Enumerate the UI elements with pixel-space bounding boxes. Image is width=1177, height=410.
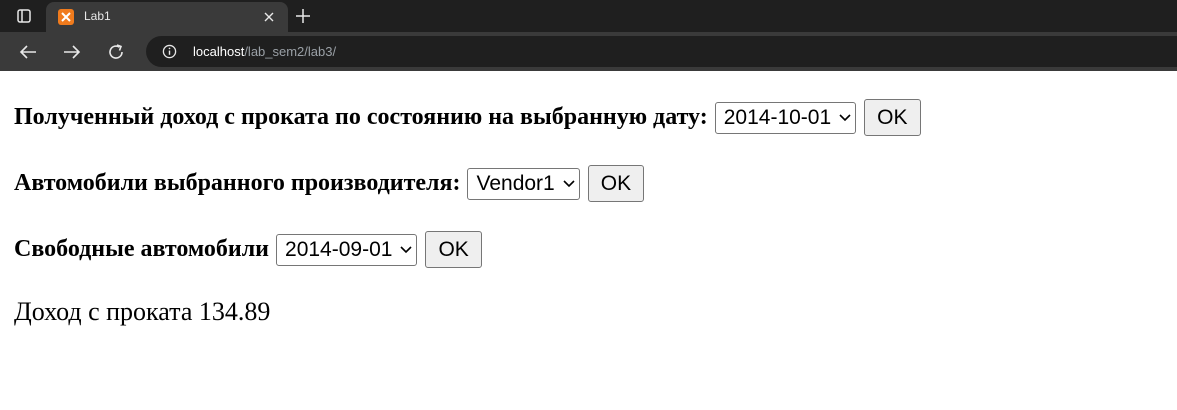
url-path: /lab_sem2/lab3/ (244, 44, 337, 59)
income-by-date-label: Полученный доход с проката по состоянию … (14, 104, 708, 130)
address-bar[interactable]: localhost/lab_sem2/lab3/ (146, 36, 1177, 67)
chevron-down-icon (839, 113, 851, 121)
income-by-date-form: Полученный доход с проката по состоянию … (14, 99, 921, 136)
site-info-icon[interactable] (162, 44, 177, 59)
chevron-down-icon (400, 245, 413, 253)
browser-tab[interactable]: Lab1 (46, 2, 288, 32)
cars-by-vendor-label: Автомобили выбранного производителя: (14, 170, 461, 196)
income-ok-button[interactable]: OK (864, 99, 921, 136)
browser-toolbar: localhost/lab_sem2/lab3/ (0, 32, 1177, 71)
xampp-favicon-icon (58, 9, 74, 25)
vendor-select[interactable]: Vendor1 (467, 167, 580, 200)
cars-by-vendor-form: Автомобили выбранного производителя: Ven… (14, 165, 645, 202)
vendor-ok-button[interactable]: OK (587, 165, 645, 202)
url-host: localhost (193, 44, 245, 59)
forward-arrow-icon[interactable] (59, 39, 85, 65)
date-select-value: 2014-10-01 (723, 105, 832, 129)
back-arrow-icon[interactable] (15, 39, 41, 65)
date-select[interactable]: 2014-10-01 (714, 101, 857, 134)
free-date-select[interactable]: 2014-09-01 (276, 233, 418, 266)
free-cars-ok-button[interactable]: OK (425, 231, 482, 268)
chevron-down-icon (563, 179, 575, 187)
reload-icon[interactable] (103, 39, 129, 65)
tab-title: Lab1 (84, 9, 111, 23)
url-text[interactable]: localhost/lab_sem2/lab3/ (193, 44, 336, 59)
free-cars-label: Свободные автомобили (14, 236, 270, 262)
browser-tab-strip: Lab1 (0, 0, 1177, 32)
free-cars-form: Свободные автомобили 2014-09-01 OK (14, 231, 482, 268)
income-result-text: Доход с проката 134.89 (14, 297, 271, 326)
free-date-select-value: 2014-09-01 (285, 237, 393, 261)
tab-actions-icon[interactable] (8, 5, 40, 27)
tab-close-icon[interactable] (260, 8, 278, 26)
vendor-select-value: Vendor1 (476, 171, 555, 195)
new-tab-plus-icon[interactable] (292, 6, 314, 26)
